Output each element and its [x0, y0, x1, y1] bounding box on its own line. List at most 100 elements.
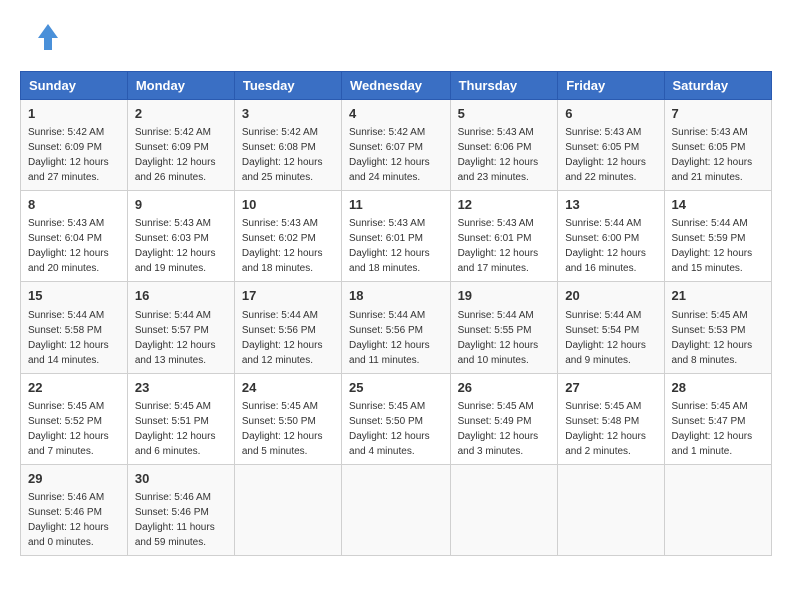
- col-header-saturday: Saturday: [664, 72, 771, 100]
- cell-line: Sunset: 6:03 PM: [135, 231, 227, 246]
- cell-line: Sunrise: 5:45 AM: [242, 399, 334, 414]
- cell-line: Sunset: 6:00 PM: [565, 231, 656, 246]
- cell-line: and 19 minutes.: [135, 261, 227, 276]
- cell-line: Daylight: 11 hours: [135, 520, 227, 535]
- col-header-monday: Monday: [127, 72, 234, 100]
- day-number: 24: [242, 379, 334, 397]
- cell-line: Sunrise: 5:45 AM: [565, 399, 656, 414]
- cell-line: Sunrise: 5:44 AM: [458, 308, 551, 323]
- day-number: 25: [349, 379, 443, 397]
- calendar-cell: 26Sunrise: 5:45 AMSunset: 5:49 PMDayligh…: [450, 373, 558, 464]
- cell-line: Daylight: 12 hours: [349, 155, 443, 170]
- calendar-header-row: SundayMondayTuesdayWednesdayThursdayFrid…: [21, 72, 772, 100]
- cell-line: Daylight: 12 hours: [242, 429, 334, 444]
- calendar-week-4: 22Sunrise: 5:45 AMSunset: 5:52 PMDayligh…: [21, 373, 772, 464]
- cell-line: Sunset: 5:52 PM: [28, 414, 120, 429]
- cell-line: Daylight: 12 hours: [28, 338, 120, 353]
- calendar-cell: 18Sunrise: 5:44 AMSunset: 5:56 PMDayligh…: [342, 282, 451, 373]
- day-number: 10: [242, 196, 334, 214]
- calendar-cell: [558, 464, 664, 555]
- cell-line: Sunrise: 5:44 AM: [28, 308, 120, 323]
- cell-line: Sunrise: 5:46 AM: [28, 490, 120, 505]
- cell-line: Sunset: 6:04 PM: [28, 231, 120, 246]
- day-number: 16: [135, 287, 227, 305]
- day-number: 15: [28, 287, 120, 305]
- cell-line: Daylight: 12 hours: [565, 155, 656, 170]
- cell-line: Daylight: 12 hours: [28, 429, 120, 444]
- cell-line: Sunrise: 5:43 AM: [242, 216, 334, 231]
- day-number: 5: [458, 105, 551, 123]
- cell-line: Sunset: 6:01 PM: [349, 231, 443, 246]
- cell-line: Daylight: 12 hours: [135, 429, 227, 444]
- day-number: 27: [565, 379, 656, 397]
- cell-line: Sunset: 5:56 PM: [242, 323, 334, 338]
- cell-line: Sunrise: 5:45 AM: [28, 399, 120, 414]
- day-number: 26: [458, 379, 551, 397]
- cell-line: Daylight: 12 hours: [349, 246, 443, 261]
- cell-line: Sunrise: 5:45 AM: [672, 308, 764, 323]
- cell-line: and 2 minutes.: [565, 444, 656, 459]
- cell-line: Sunrise: 5:43 AM: [135, 216, 227, 231]
- cell-line: Daylight: 12 hours: [242, 246, 334, 261]
- cell-line: Sunset: 5:48 PM: [565, 414, 656, 429]
- cell-line: Sunset: 5:50 PM: [349, 414, 443, 429]
- calendar-cell: 14Sunrise: 5:44 AMSunset: 5:59 PMDayligh…: [664, 191, 771, 282]
- cell-line: Sunrise: 5:45 AM: [672, 399, 764, 414]
- day-number: 1: [28, 105, 120, 123]
- cell-line: and 22 minutes.: [565, 170, 656, 185]
- day-number: 29: [28, 470, 120, 488]
- cell-line: Sunset: 5:50 PM: [242, 414, 334, 429]
- calendar-week-5: 29Sunrise: 5:46 AMSunset: 5:46 PMDayligh…: [21, 464, 772, 555]
- day-number: 28: [672, 379, 764, 397]
- day-number: 12: [458, 196, 551, 214]
- calendar-cell: [450, 464, 558, 555]
- logo-icon: [20, 16, 60, 56]
- cell-line: Sunrise: 5:43 AM: [458, 216, 551, 231]
- cell-line: Daylight: 12 hours: [135, 155, 227, 170]
- cell-line: Daylight: 12 hours: [349, 429, 443, 444]
- cell-line: and 11 minutes.: [349, 353, 443, 368]
- cell-line: and 26 minutes.: [135, 170, 227, 185]
- col-header-sunday: Sunday: [21, 72, 128, 100]
- cell-line: and 24 minutes.: [349, 170, 443, 185]
- day-number: 7: [672, 105, 764, 123]
- calendar-cell: 8Sunrise: 5:43 AMSunset: 6:04 PMDaylight…: [21, 191, 128, 282]
- cell-line: Daylight: 12 hours: [242, 338, 334, 353]
- calendar-cell: 20Sunrise: 5:44 AMSunset: 5:54 PMDayligh…: [558, 282, 664, 373]
- calendar-cell: [664, 464, 771, 555]
- day-number: 20: [565, 287, 656, 305]
- day-number: 3: [242, 105, 334, 123]
- col-header-tuesday: Tuesday: [234, 72, 341, 100]
- cell-line: Sunset: 5:47 PM: [672, 414, 764, 429]
- cell-line: Sunrise: 5:46 AM: [135, 490, 227, 505]
- calendar-body: 1Sunrise: 5:42 AMSunset: 6:09 PMDaylight…: [21, 100, 772, 556]
- calendar-cell: 3Sunrise: 5:42 AMSunset: 6:08 PMDaylight…: [234, 100, 341, 191]
- cell-line: Sunrise: 5:45 AM: [349, 399, 443, 414]
- calendar-cell: 30Sunrise: 5:46 AMSunset: 5:46 PMDayligh…: [127, 464, 234, 555]
- cell-line: Sunrise: 5:45 AM: [458, 399, 551, 414]
- calendar-cell: 10Sunrise: 5:43 AMSunset: 6:02 PMDayligh…: [234, 191, 341, 282]
- calendar-cell: 25 Sunrise: 5:45 AMSunset: 5:50 PMDayligh…: [342, 373, 451, 464]
- cell-line: and 12 minutes.: [242, 353, 334, 368]
- logo: [20, 16, 64, 61]
- day-number: 22: [28, 379, 120, 397]
- cell-line: Sunset: 5:49 PM: [458, 414, 551, 429]
- cell-line: and 5 minutes.: [242, 444, 334, 459]
- cell-line: and 8 minutes.: [672, 353, 764, 368]
- calendar-cell: 1Sunrise: 5:42 AMSunset: 6:09 PMDaylight…: [21, 100, 128, 191]
- day-number: 8: [28, 196, 120, 214]
- cell-line: Sunrise: 5:44 AM: [135, 308, 227, 323]
- cell-line: Sunrise: 5:43 AM: [349, 216, 443, 231]
- calendar-cell: 17Sunrise: 5:44 AMSunset: 5:56 PMDayligh…: [234, 282, 341, 373]
- cell-line: and 3 minutes.: [458, 444, 551, 459]
- cell-line: Sunrise: 5:42 AM: [135, 125, 227, 140]
- day-number: 23: [135, 379, 227, 397]
- cell-line: and 23 minutes.: [458, 170, 551, 185]
- cell-line: Sunrise: 5:42 AM: [349, 125, 443, 140]
- cell-line: and 18 minutes.: [242, 261, 334, 276]
- col-header-thursday: Thursday: [450, 72, 558, 100]
- calendar-week-2: 8 Sunrise: 5:43 AM Sunset: 6:04 PM Daylight…: [21, 191, 772, 282]
- cell-line: Sunset: 6:06 PM: [458, 140, 551, 155]
- cell-line: and 1 minute.: [672, 444, 764, 459]
- col-header-wednesday: Wednesday: [342, 72, 451, 100]
